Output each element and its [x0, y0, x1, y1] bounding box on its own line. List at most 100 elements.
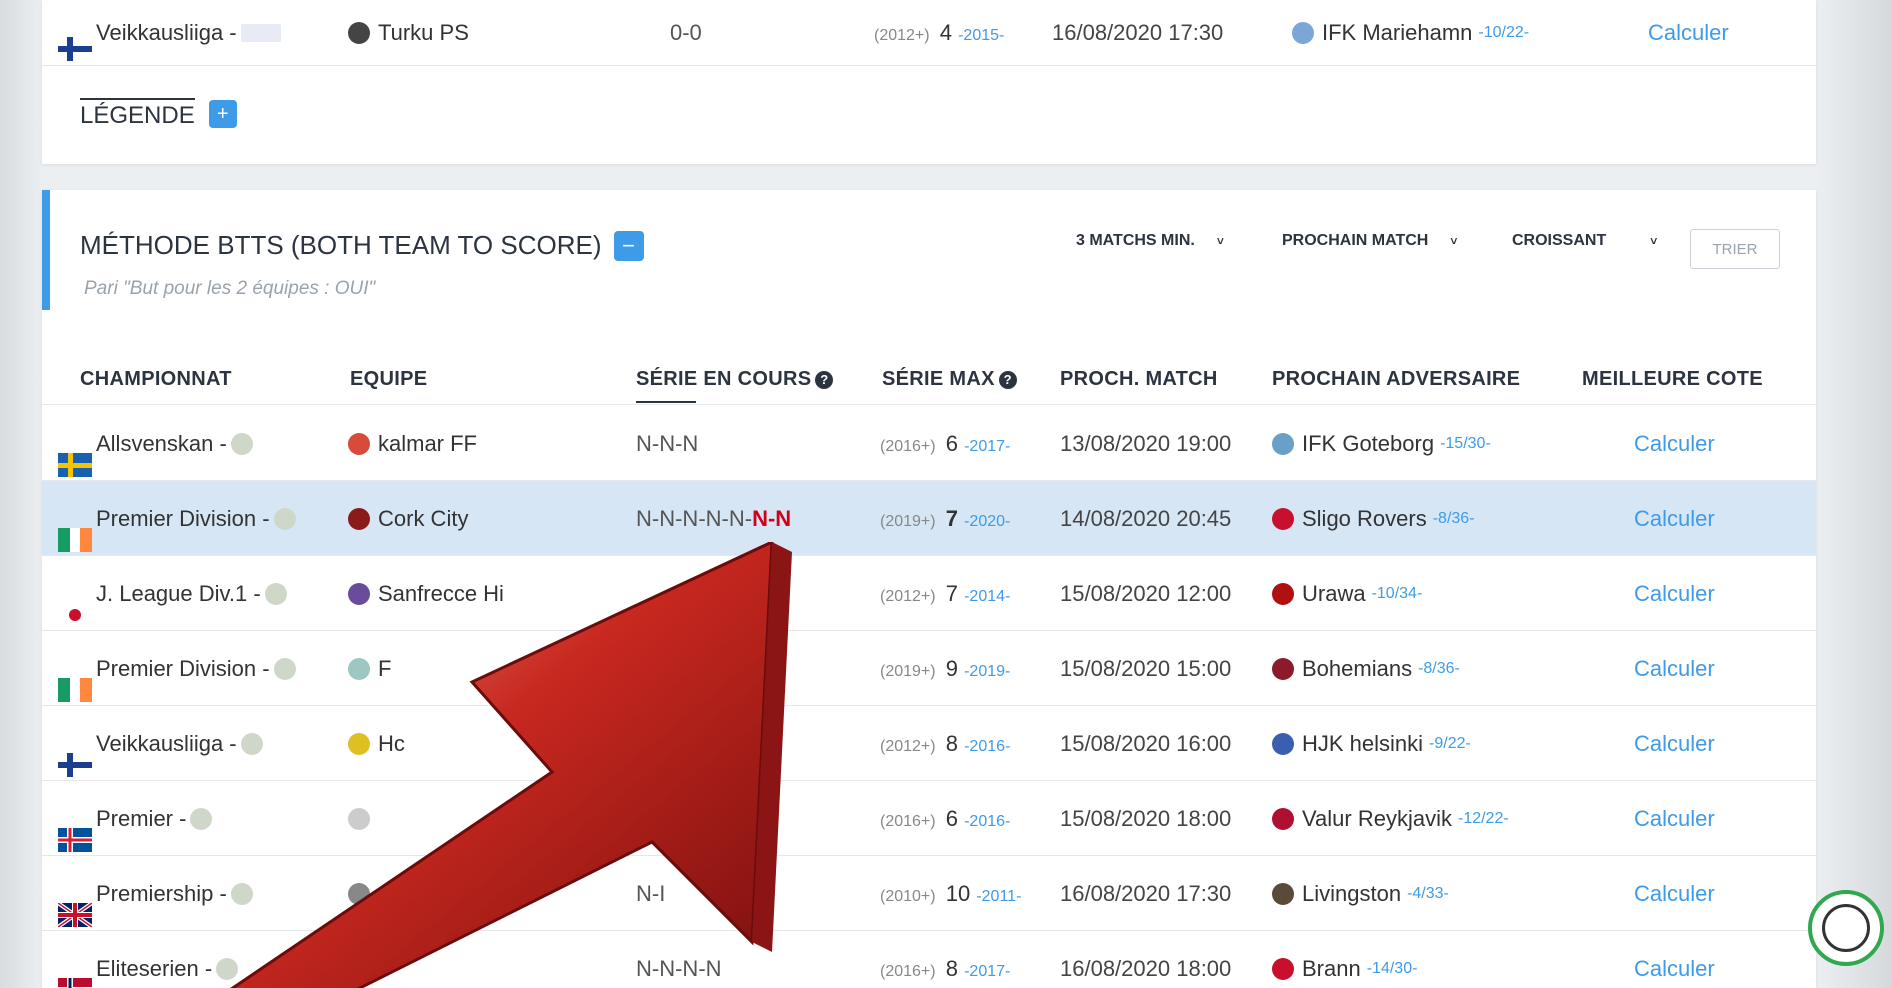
- next-match-date: 14/08/2020 20:45: [1060, 506, 1232, 531]
- calculate-link[interactable]: Calculer: [1634, 706, 1715, 781]
- opponent-logo-icon: [1272, 807, 1294, 830]
- calculate-link[interactable]: Calculer: [1634, 931, 1715, 988]
- max-value: 7: [945, 581, 958, 606]
- opponent-rank: -12/22-: [1457, 810, 1509, 827]
- league-cell: Allsvenskan -: [58, 406, 253, 481]
- col-championnat[interactable]: CHAMPIONNAT: [80, 345, 232, 413]
- max-tag: -2017-: [964, 438, 1011, 455]
- max-tag: -2016-: [964, 738, 1011, 755]
- chevron-down-icon: ˅: [1216, 234, 1224, 248]
- opponent-name: Sligo Rovers: [1302, 506, 1427, 531]
- series-cell: N-N-N: [636, 406, 698, 481]
- league-name: Allsvenskan -: [96, 431, 227, 456]
- opponent-rank: -9/22-: [1429, 735, 1471, 752]
- next-match-date: 16/08/2020 17:30: [1060, 881, 1232, 906]
- col-equipe[interactable]: EQUIPE: [350, 345, 427, 413]
- max-series-cell: (2016+) 6 -2016-: [880, 781, 1010, 856]
- col-adversaire[interactable]: PROCHAIN ADVERSAIRE: [1272, 345, 1520, 413]
- next-match-date: 15/08/2020 15:00: [1060, 656, 1232, 681]
- country-flag-icon: [58, 507, 92, 552]
- opponent-cell: Bohemians -8/36-: [1272, 631, 1460, 706]
- next-match-date: 13/08/2020 19:00: [1060, 431, 1232, 456]
- col-serie-max-label: SÉRIE MAX: [882, 368, 995, 390]
- calculate-link[interactable]: Calculer: [1634, 481, 1715, 556]
- opponent-name: IFK Mariehamn: [1322, 20, 1473, 45]
- series-value-highlight: N-N: [752, 506, 792, 531]
- table-row[interactable]: Allsvenskan - kalmar FF N-N-N (2016+) 6 …: [42, 406, 1816, 481]
- series-value: N-N-N: [636, 431, 699, 456]
- league-logo-icon: [240, 24, 281, 42]
- next-match-date: 16/08/2020 18:00: [1060, 956, 1232, 981]
- help-icon[interactable]: ?: [998, 370, 1017, 389]
- help-icon[interactable]: ?: [815, 370, 834, 389]
- max-series-cell: (2019+) 7 -2020-: [880, 481, 1010, 556]
- min-matches-select[interactable]: 3 MATCHS MIN. ˅: [1076, 232, 1224, 250]
- opponent-rank: -8/36-: [1432, 510, 1475, 527]
- max-value: 8: [945, 956, 958, 981]
- opponent-logo-icon: [1272, 732, 1294, 755]
- calculate-link[interactable]: Calculer: [1634, 781, 1715, 856]
- calculate-link[interactable]: Calculer: [1634, 556, 1715, 631]
- max-year: (2012+): [880, 588, 936, 605]
- col-cote[interactable]: MEILLEURE COTE: [1582, 345, 1763, 413]
- table-header: CHAMPIONNAT EQUIPE SÉRIE EN COURS? SÉRIE…: [42, 345, 1816, 405]
- max-value: 7: [945, 506, 958, 531]
- opponent-cell: Livingston -4/33-: [1272, 856, 1449, 931]
- team-logo-icon: [348, 22, 370, 44]
- calculate-link[interactable]: Calculer: [1634, 856, 1715, 931]
- max-series-cell: (2016+) 8 -2017-: [880, 931, 1010, 988]
- legend-section: LÉGENDE +: [80, 98, 237, 130]
- legend-expand-button[interactable]: +: [208, 100, 237, 128]
- league-logo-icon: [230, 432, 253, 455]
- sort-arrow-icon: [636, 401, 696, 403]
- collapse-button[interactable]: −: [613, 230, 644, 261]
- accent-bar: [42, 190, 50, 310]
- col-serie[interactable]: SÉRIE EN COURS?: [636, 345, 834, 413]
- opponent-logo-icon: [1272, 582, 1294, 605]
- table-row[interactable]: Veikkausliiga - Turku PS 0-0 (2012+) 4 -…: [42, 0, 1816, 66]
- opponent-cell: Sligo Rovers -8/36-: [1272, 481, 1475, 556]
- series-cell: 0-0: [670, 20, 702, 45]
- opponent-cell: Brann -14/30-: [1272, 931, 1417, 988]
- sort-by-select[interactable]: PROCHAIN MATCH ˅: [1282, 232, 1457, 250]
- max-year: (2019+): [880, 663, 936, 680]
- max-year: (2012+): [874, 27, 930, 44]
- country-flag-icon: [58, 657, 92, 702]
- max-value: 9: [945, 656, 958, 681]
- league-name: Premiership -: [96, 881, 227, 906]
- league-logo-icon: [190, 807, 213, 830]
- chevron-down-icon: ˅: [1650, 234, 1658, 248]
- calculate-link[interactable]: Calculer: [1634, 406, 1715, 481]
- max-tag: -2019-: [964, 663, 1011, 680]
- max-year: (2012+): [880, 738, 936, 755]
- col-serie-max[interactable]: SÉRIE MAX?: [882, 345, 1017, 413]
- next-match-date: 15/08/2020 12:00: [1060, 581, 1232, 606]
- country-flag-icon: [58, 432, 92, 477]
- background-right: [1816, 0, 1892, 988]
- opponent-name: Urawa: [1302, 581, 1366, 606]
- method-title: MÉTHODE BTTS (BOTH TEAM TO SCORE): [80, 230, 602, 260]
- col-serie-label: SÉRIE EN COURS: [636, 368, 812, 390]
- opponent-name: Brann: [1302, 956, 1361, 981]
- order-select[interactable]: CROISSANT ˅: [1512, 232, 1657, 250]
- min-matches-value: 3 MATCHS MIN.: [1076, 232, 1195, 249]
- max-value: 6: [945, 806, 958, 831]
- opponent-logo-icon: [1272, 882, 1294, 905]
- opponent-cell: IFK Mariehamn -10/22-: [1292, 0, 1529, 66]
- calculate-link[interactable]: Calculer: [1634, 631, 1715, 706]
- max-year: (2016+): [880, 438, 936, 455]
- col-proch-match[interactable]: PROCH. MATCH: [1060, 345, 1218, 413]
- max-value: 6: [945, 431, 958, 456]
- calculate-link[interactable]: Calculer: [1648, 0, 1729, 66]
- team-name: kalmar FF: [378, 431, 477, 456]
- site-logo-watermark: [1808, 890, 1884, 966]
- max-series-cell: (2010+) 10 -2011-: [880, 856, 1021, 931]
- opponent-rank: -10/34-: [1371, 585, 1423, 602]
- next-match-date: 15/08/2020 16:00: [1060, 731, 1232, 756]
- opponent-rank: -10/22-: [1478, 24, 1530, 41]
- league-name: Eliteserien -: [96, 956, 213, 981]
- league-logo-icon: [273, 507, 296, 530]
- league-cell: Veikkausliiga -: [58, 0, 281, 66]
- sort-button[interactable]: TRIER: [1690, 229, 1780, 269]
- order-value: CROISSANT: [1512, 232, 1607, 249]
